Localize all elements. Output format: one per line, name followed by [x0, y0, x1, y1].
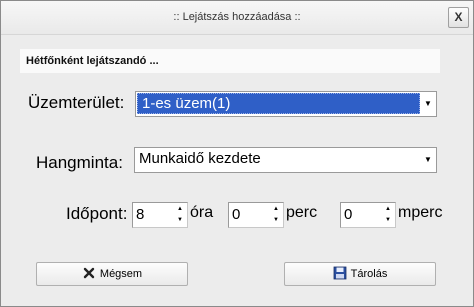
plant-label: Üzemterület: [28, 93, 125, 112]
floppy-disk-icon [333, 266, 347, 280]
close-button[interactable]: X [448, 7, 469, 28]
cancel-button-label: Mégsem [99, 268, 143, 280]
title-bar: :: Lejátszás hozzáadása :: X [1, 1, 473, 35]
add-playback-dialog: :: Lejátszás hozzáadása :: X Hétfőnként … [0, 0, 474, 307]
hour-stepper[interactable]: 8 ▲ ▼ [132, 202, 188, 228]
second-stepper[interactable]: 0 ▲ ▼ [340, 202, 396, 228]
minute-value: 0 [232, 206, 241, 223]
second-value: 0 [344, 206, 353, 223]
increment-icon[interactable]: ▲ [174, 204, 186, 215]
decrement-icon[interactable]: ▼ [270, 215, 282, 226]
save-button-label: Tárolás [350, 268, 388, 280]
section-header-label: Hétfőnként lejátszandó ... [26, 55, 159, 67]
save-button[interactable]: Tárolás [284, 262, 436, 286]
plant-select[interactable]: 1-es üzem(1) ▼ [135, 91, 437, 117]
sound-select-value: Munkaidő kezdete [139, 150, 261, 167]
section-header: Hétfőnként lejátszandó ... [20, 49, 440, 73]
time-label: Időpont: [66, 204, 128, 223]
increment-icon[interactable]: ▲ [382, 204, 394, 215]
sound-label: Hangminta: [36, 153, 123, 172]
increment-icon[interactable]: ▲ [270, 204, 282, 215]
x-icon [83, 267, 95, 279]
hour-unit: óra [190, 204, 214, 221]
decrement-icon[interactable]: ▼ [174, 215, 186, 226]
minute-unit: perc [286, 204, 318, 221]
chevron-down-icon[interactable]: ▼ [421, 149, 435, 170]
chevron-down-icon[interactable]: ▼ [421, 93, 435, 114]
cancel-button[interactable]: Mégsem [36, 262, 188, 286]
minute-stepper[interactable]: 0 ▲ ▼ [228, 202, 284, 228]
sound-select[interactable]: Munkaidő kezdete ▼ [134, 147, 437, 173]
decrement-icon[interactable]: ▼ [382, 215, 394, 226]
plant-select-value: 1-es üzem(1) [137, 93, 420, 114]
hour-value: 8 [136, 206, 145, 223]
window-title: :: Lejátszás hozzáadása :: [173, 11, 301, 23]
second-unit: mperc [398, 204, 443, 221]
close-icon: X [454, 10, 463, 24]
dialog-body: Hétfőnként lejátszandó ... Üzemterület: … [4, 35, 470, 303]
